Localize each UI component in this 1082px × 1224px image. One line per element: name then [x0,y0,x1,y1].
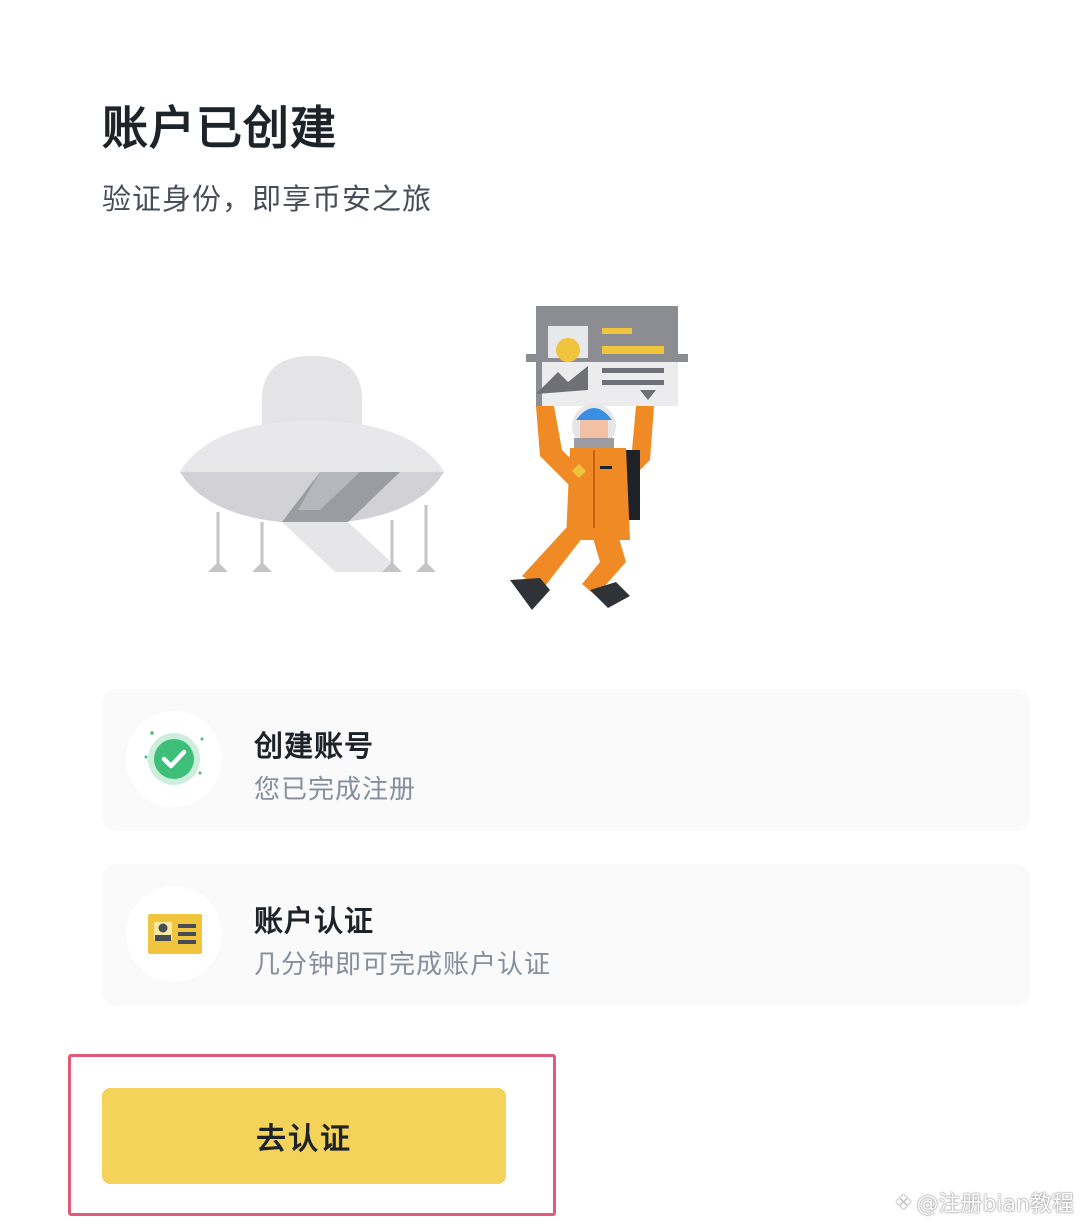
astronaut-icon [510,306,688,610]
id-card-icon [148,914,202,954]
watermark-text: @注册bian教程 [916,1192,1074,1217]
step-icon-container [126,886,222,982]
step-card-verify-account[interactable]: 账户认证 几分钟即可完成账户认证 [102,864,1030,1006]
illustration-ufo-astronaut [180,306,688,610]
step-description: 您已完成注册 [254,775,417,805]
step-title: 账户认证 [254,904,375,938]
page-title: 账户已创建 [102,101,337,155]
step-icon-container [126,711,222,807]
step-description: 几分钟即可完成账户认证 [254,950,552,980]
step-title: 创建账号 [254,729,375,763]
watermark: ❖ @注册bian教程 [895,1186,1074,1218]
step-card-create-account: 创建账号 您已完成注册 [102,689,1030,831]
page-subtitle: 验证身份，即享币安之旅 [102,182,433,216]
watermark-logo-icon: ❖ [894,1190,913,1214]
go-verify-button[interactable]: 去认证 [102,1088,506,1184]
ufo-icon [180,356,444,572]
check-circle-icon [144,731,204,785]
